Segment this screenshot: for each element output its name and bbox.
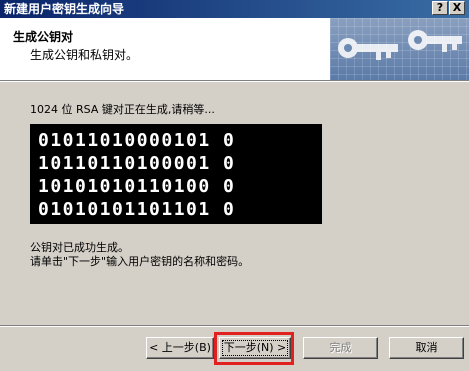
window-title: 新建用户密钥生成向导 (4, 2, 125, 16)
completion-line-1: 公钥对已成功生成。 (30, 241, 129, 254)
binary-line: 01011010000101 0 (38, 130, 236, 151)
binary-line: 10101010110100 0 (38, 176, 236, 197)
help-button[interactable]: ? (432, 1, 448, 15)
keys-graphic (330, 18, 469, 80)
finish-button[interactable]: 完成 (303, 337, 378, 359)
cancel-button[interactable]: 取消 (389, 337, 464, 359)
close-button[interactable]: X (449, 1, 465, 15)
completion-line-2: 请单击"下一步"输入用户密钥的名称和密码。 (30, 255, 250, 268)
binary-display: 01011010000101 0 10110110100001 0 101010… (30, 124, 322, 224)
binary-line: 10110110100001 0 (38, 153, 236, 174)
title-bar: 新建用户密钥生成向导 ? X (0, 0, 469, 18)
wizard-dialog: 新建用户密钥生成向导 ? X 生成公钥对 生成公钥和私钥对。 1024 位 RS… (0, 0, 469, 371)
footer-divider (0, 325, 469, 327)
header-divider (0, 80, 469, 82)
generation-status: 1024 位 RSA 键对正在生成,请稍等... (30, 103, 215, 116)
keys-icon (338, 30, 462, 60)
next-button[interactable]: 下一步(N) > (219, 337, 291, 359)
binary-line: 01010101101101 0 (38, 199, 236, 220)
wizard-header: 生成公钥对 生成公钥和私钥对。 (0, 18, 469, 80)
header-subtitle: 生成公钥和私钥对。 (30, 48, 139, 62)
header-title: 生成公钥对 (13, 30, 74, 44)
completion-message: 公钥对已成功生成。 请单击"下一步"输入用户密钥的名称和密码。 (30, 241, 249, 269)
back-button[interactable]: < 上一步(B) (146, 337, 214, 359)
